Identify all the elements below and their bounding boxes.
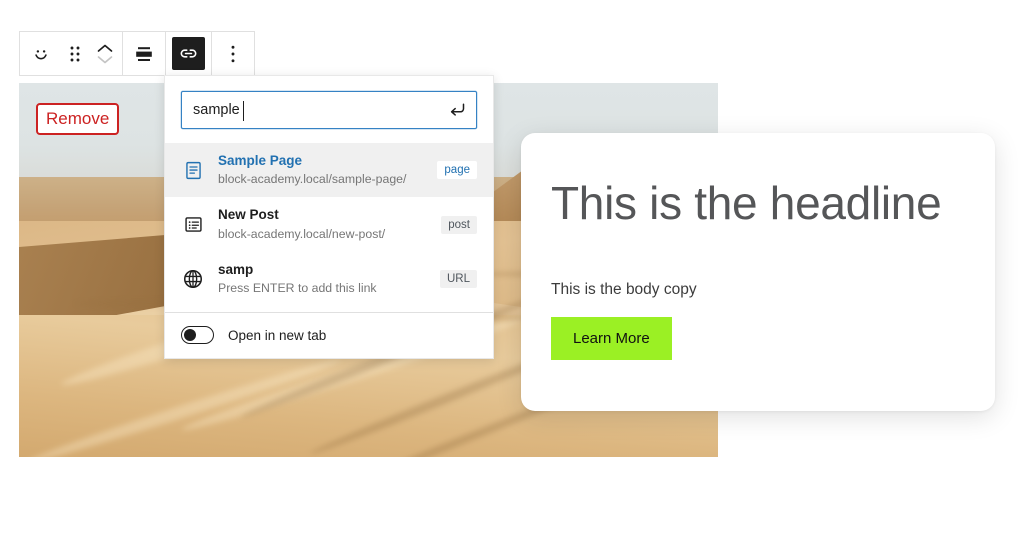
list-item[interactable]: New Post block-academy.local/new-post/ p… <box>165 197 493 251</box>
list-item-subtitle: Press ENTER to add this link <box>218 281 377 296</box>
list-item-title: Sample Page <box>218 153 303 168</box>
list-item[interactable]: samp Press ENTER to add this link URL <box>165 252 493 306</box>
text-caret <box>243 101 244 121</box>
chevron-up-icon[interactable] <box>96 43 114 54</box>
status-badge: URL <box>439 270 477 289</box>
toolbar-group-more <box>212 32 254 75</box>
toolbar-group-block <box>20 32 123 75</box>
smiley-icon <box>30 43 52 65</box>
vertical-dots-icon <box>230 44 236 64</box>
align-center-icon <box>134 44 154 64</box>
toolbar-group-align <box>123 32 166 75</box>
return-arrow-icon[interactable] <box>447 100 467 120</box>
link-icon <box>178 43 199 64</box>
page-icon <box>181 160 205 181</box>
list-item-text: Sample Page block-academy.local/sample-p… <box>218 152 429 188</box>
link-search-input[interactable] <box>182 92 476 128</box>
block-type-cover-button[interactable] <box>22 32 60 75</box>
link-button[interactable] <box>172 37 205 70</box>
learn-more-button[interactable]: Learn More <box>551 316 672 360</box>
list-item-title: samp <box>218 261 254 277</box>
open-in-new-tab-toggle[interactable] <box>181 326 214 345</box>
link-search-results: Sample Page block-academy.local/sample-p… <box>165 143 493 306</box>
toggle-knob <box>183 328 196 341</box>
list-item-title: New Post <box>218 207 279 223</box>
drag-handle-button[interactable] <box>60 32 90 75</box>
chevron-down-icon[interactable] <box>96 54 114 65</box>
open-in-new-tab-row[interactable]: Open in new tab <box>165 313 493 358</box>
align-button[interactable] <box>125 32 163 75</box>
remove-annotation-label: Remove <box>36 103 120 135</box>
more-options-button[interactable] <box>214 32 252 75</box>
link-search-container <box>165 76 493 143</box>
list-item-subtitle: block-academy.local/new-post/ <box>218 226 386 241</box>
link-popover[interactable]: Sample Page block-academy.local/sample-p… <box>164 75 494 360</box>
link-search-field[interactable] <box>181 91 477 129</box>
toolbar-group-link <box>166 32 212 75</box>
list-item-text: New Post block-academy.local/new-post/ <box>218 206 433 242</box>
status-badge: page <box>437 161 477 180</box>
page-title: This is the headline <box>551 177 942 229</box>
list-item-subtitle: block-academy.local/sample-page/ <box>218 172 407 187</box>
card-body-copy: This is the body copy <box>551 280 697 298</box>
post-list-icon <box>181 214 205 235</box>
open-in-new-tab-label: Open in new tab <box>228 327 327 343</box>
status-badge: post <box>441 215 477 234</box>
block-toolbar[interactable] <box>19 31 255 76</box>
list-item-text: samp Press ENTER to add this link <box>218 261 432 297</box>
move-updown-button[interactable] <box>90 32 120 75</box>
content-card: This is the headline This is the body co… <box>521 133 995 411</box>
list-item[interactable]: Sample Page block-academy.local/sample-p… <box>165 143 493 198</box>
drag-dots-icon <box>68 45 82 63</box>
globe-icon <box>181 268 205 290</box>
